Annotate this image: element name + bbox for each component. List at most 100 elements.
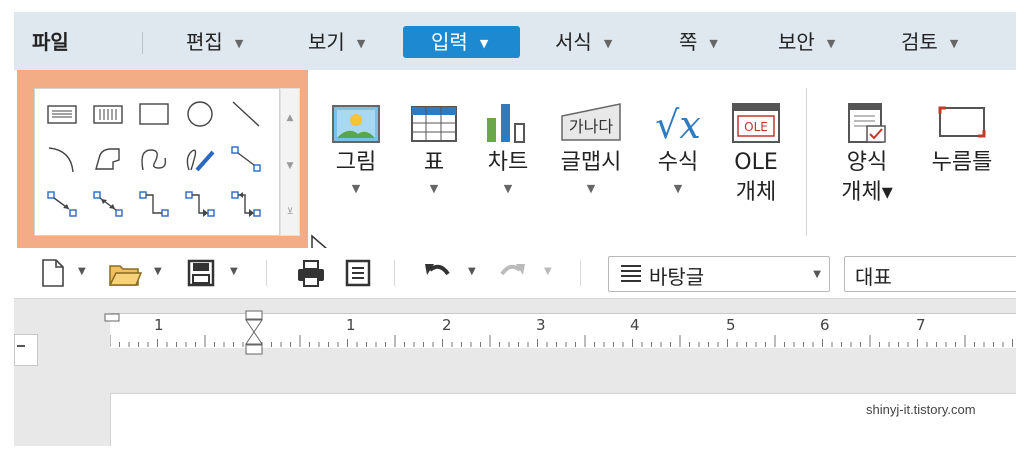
toolbar-separator bbox=[580, 260, 581, 286]
ruler-number: 1 bbox=[154, 316, 164, 334]
ruler-number: 3 bbox=[536, 316, 546, 334]
table-icon bbox=[406, 98, 462, 148]
menu-security-label: 보안 bbox=[778, 30, 815, 54]
new-document-icon[interactable] bbox=[40, 258, 66, 288]
chevron-down-icon: ▼ bbox=[826, 36, 836, 50]
menu-view-label: 보기 bbox=[308, 30, 345, 54]
menu-security[interactable]: 보안 ▼ bbox=[778, 26, 835, 58]
redo-icon bbox=[498, 258, 528, 288]
chart-button[interactable]: 차트 ▼ bbox=[478, 98, 538, 200]
ellipse-shape-icon[interactable] bbox=[183, 99, 217, 129]
elbow-connector-icon[interactable] bbox=[137, 189, 171, 219]
style-select[interactable]: 바탕글 ▼ bbox=[608, 256, 830, 292]
picture-icon bbox=[328, 98, 384, 148]
click-field-label: 누름틀 bbox=[931, 150, 993, 175]
formula-button[interactable]: √x 수식 ▼ bbox=[646, 98, 710, 200]
save-icon[interactable] bbox=[186, 258, 216, 288]
vertical-text-box-shape-icon[interactable] bbox=[91, 99, 125, 129]
chevron-down-icon: ▼ bbox=[429, 182, 439, 195]
text-box-shape-icon[interactable] bbox=[45, 99, 79, 129]
expand-gallery-icon[interactable]: ⊻ bbox=[281, 207, 299, 217]
scroll-down-icon[interactable]: ▼ bbox=[281, 161, 299, 171]
connector-double-arrow-icon[interactable] bbox=[91, 189, 125, 219]
indent-marker[interactable] bbox=[244, 310, 264, 360]
chevron-down-icon: ▼ bbox=[479, 36, 489, 50]
print-icon[interactable] bbox=[296, 258, 326, 288]
toolbar-separator bbox=[394, 260, 395, 286]
connector-arrow-icon[interactable] bbox=[45, 189, 79, 219]
menu-page-label: 쪽 bbox=[679, 30, 698, 54]
polygon-shape-icon[interactable] bbox=[91, 144, 125, 174]
chevron-down-icon[interactable]: ▼ bbox=[813, 269, 821, 280]
table-button[interactable]: 표 ▼ bbox=[404, 98, 464, 200]
click-here-field-button[interactable]: 누름틀 bbox=[924, 98, 1000, 178]
ruler-number: 2 bbox=[442, 316, 452, 334]
menu-file[interactable]: 파일 bbox=[32, 26, 69, 58]
menu-review[interactable]: 검토 ▼ bbox=[901, 26, 958, 58]
arc-shape-icon[interactable] bbox=[45, 144, 79, 174]
chevron-down-icon: ▼ bbox=[673, 182, 683, 195]
menu-edit[interactable]: 편집 ▼ bbox=[186, 26, 243, 58]
horizontal-ruler[interactable]: 1 1 2 3 4 5 6 7 bbox=[104, 310, 1016, 355]
ruler-number: 4 bbox=[630, 316, 640, 334]
ruler-corner-button[interactable] bbox=[14, 334, 38, 366]
toolbar-separator bbox=[266, 260, 267, 286]
wordart-icon: 가나다 bbox=[556, 98, 626, 148]
elbow-double-arrow-connector-icon[interactable] bbox=[229, 189, 263, 219]
chevron-down-icon: ▼ bbox=[544, 266, 552, 277]
svg-text:OLE: OLE bbox=[744, 120, 768, 134]
chevron-down-icon: ▼ bbox=[603, 36, 613, 50]
chevron-down-icon[interactable]: ▼ bbox=[468, 266, 476, 277]
wordart-button[interactable]: 가나다 글맵시 ▼ bbox=[552, 98, 630, 200]
chevron-down-icon[interactable]: ▼ bbox=[230, 266, 238, 277]
ruler-area: 1 1 2 3 4 5 6 7 bbox=[14, 299, 1016, 446]
wordart-label: 글맵시 bbox=[560, 150, 622, 175]
font-select-value: 대표 bbox=[855, 265, 892, 289]
document-page[interactable] bbox=[110, 393, 1016, 446]
curve-shape-icon[interactable] bbox=[137, 144, 171, 174]
menu-bar: 파일 편집 ▼ 보기 ▼ 입력 ▼ 서식 ▼ 쪽 ▼ 보안 ▼ 검토 ▼ bbox=[14, 12, 1016, 70]
menu-format-label: 서식 bbox=[555, 30, 592, 54]
chevron-down-icon[interactable]: ▼ bbox=[78, 266, 86, 277]
picture-button[interactable]: 그림 ▼ bbox=[326, 98, 386, 200]
ruler-number: 7 bbox=[916, 316, 926, 334]
form-object-label: 양식 bbox=[846, 150, 888, 175]
chevron-down-icon: ▼ bbox=[949, 36, 959, 50]
svg-text:√x: √x bbox=[655, 103, 701, 147]
ribbon-separator bbox=[806, 88, 807, 236]
shapes-gallery-scroll[interactable]: ▲ ▼ ⊻ bbox=[280, 88, 300, 236]
formula-icon: √x bbox=[646, 98, 710, 148]
connector-line-icon[interactable] bbox=[229, 144, 263, 174]
menu-format[interactable]: 서식 ▼ bbox=[555, 26, 612, 58]
font-select[interactable]: 대표 bbox=[844, 256, 1016, 292]
quick-toolbar: ▼ ▼ ▼ ▼ ▼ 바탕글 ▼ 대표 bbox=[14, 248, 1016, 299]
chevron-down-icon: ▼ bbox=[351, 182, 361, 195]
chevron-down-icon[interactable]: ▼ bbox=[154, 266, 162, 277]
rectangle-shape-icon[interactable] bbox=[137, 99, 171, 129]
menu-insert[interactable]: 입력 ▼ bbox=[403, 26, 520, 58]
chevron-down-icon: ▼ bbox=[356, 36, 366, 50]
chevron-down-icon: ▼ bbox=[586, 182, 596, 195]
table-label: 표 bbox=[423, 150, 445, 175]
open-folder-icon[interactable] bbox=[108, 258, 143, 288]
scroll-up-icon[interactable]: ▲ bbox=[281, 113, 299, 123]
chevron-down-icon: ▼ bbox=[234, 36, 244, 50]
ruler-number: 5 bbox=[726, 316, 736, 334]
elbow-arrow-connector-icon[interactable] bbox=[183, 189, 217, 219]
picture-label: 그림 bbox=[335, 150, 377, 175]
undo-icon[interactable] bbox=[422, 258, 452, 288]
menu-page[interactable]: 쪽 ▼ bbox=[679, 26, 718, 58]
menu-view[interactable]: 보기 ▼ bbox=[308, 26, 365, 58]
chart-label: 차트 bbox=[487, 150, 529, 175]
form-object-icon bbox=[839, 98, 895, 148]
freehand-pen-icon[interactable] bbox=[183, 144, 217, 174]
watermark-text: shinyj-it.tistory.com bbox=[866, 402, 976, 417]
app-window: 파일 편집 ▼ 보기 ▼ 입력 ▼ 서식 ▼ 쪽 ▼ 보안 ▼ 검토 ▼ ▲ ▼ ⊻ bbox=[14, 12, 1016, 446]
left-margin-marker[interactable] bbox=[104, 308, 120, 327]
style-select-value: 바탕글 bbox=[649, 265, 705, 289]
line-shape-icon[interactable] bbox=[229, 99, 263, 129]
ole-object-button[interactable]: OLE OLE 개체 bbox=[726, 98, 786, 208]
print-preview-icon[interactable] bbox=[344, 258, 372, 288]
form-object-button[interactable]: 양식 개체▾ bbox=[836, 98, 898, 208]
ole-icon: OLE bbox=[728, 98, 784, 148]
